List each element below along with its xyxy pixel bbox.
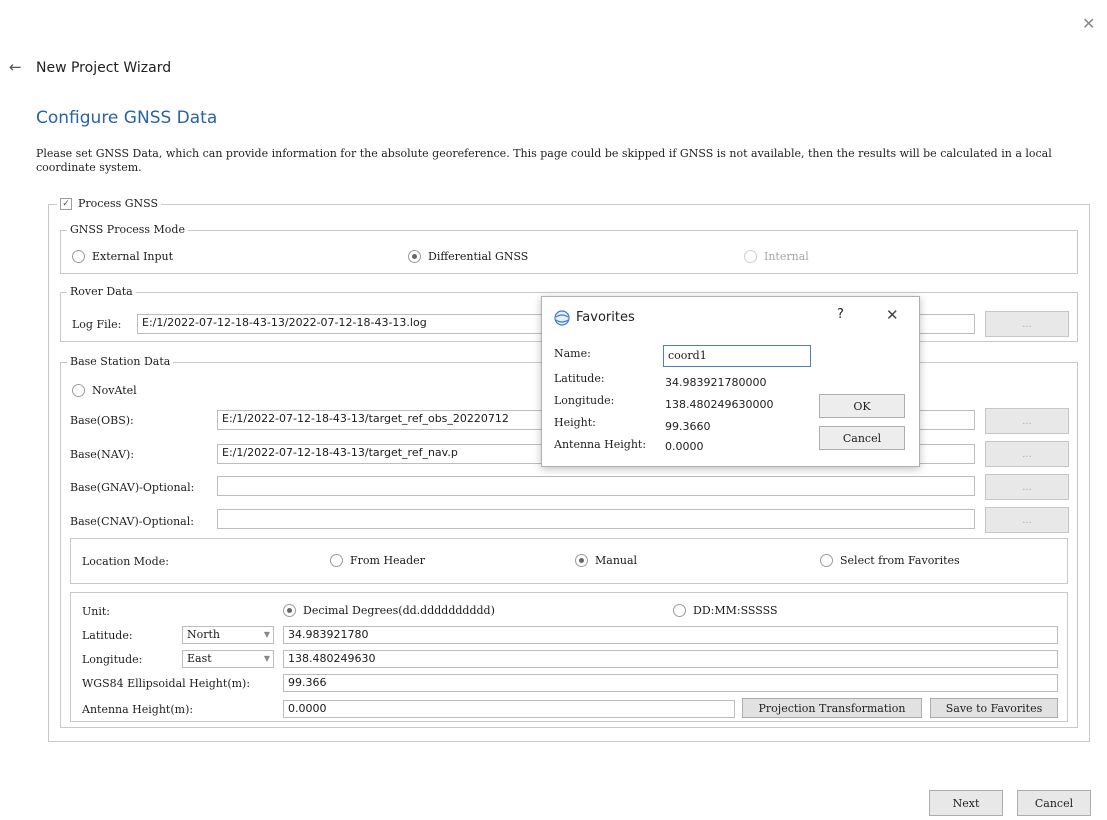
radio-label: Internal [764, 250, 809, 263]
antenna-height-input[interactable]: 0.0000 [283, 700, 735, 718]
radio-decimal-degrees[interactable]: Decimal Degrees(dd.dddddddddd) [283, 604, 495, 617]
radio-indicator [72, 384, 85, 397]
radio-select-from-favorites[interactable]: Select from Favorites [820, 554, 960, 567]
radio-indicator [744, 250, 757, 263]
log-file-browse-button[interactable]: ... [985, 311, 1069, 337]
radio-from-header[interactable]: From Header [330, 554, 425, 567]
fav-antenna-height-value: 0.0000 [665, 440, 704, 453]
wizard-title: New Project Wizard [36, 60, 172, 76]
projection-transformation-button[interactable]: Projection Transformation [742, 698, 922, 718]
radio-indicator [72, 250, 85, 263]
fav-cancel-button[interactable]: Cancel [819, 426, 905, 450]
base-nav-browse-button[interactable]: ... [985, 441, 1069, 467]
radio-dd-mm-ss[interactable]: DD:MM:SSSSS [673, 604, 777, 617]
latitude-input[interactable]: 34.983921780 [283, 626, 1058, 644]
next-button[interactable]: Next [929, 790, 1003, 816]
latitude-label: Latitude: [82, 629, 133, 642]
favorites-dialog: Favorites ? ✕ Name: coord1 Latitude: 34.… [541, 296, 920, 467]
save-to-favorites-button[interactable]: Save to Favorites [930, 698, 1058, 718]
ellipsoidal-height-input[interactable]: 99.366 [283, 674, 1058, 692]
process-gnss-legend: ✓ Process GNSS [57, 197, 162, 211]
radio-label: Manual [595, 554, 638, 567]
ellipsoidal-height-label: WGS84 Ellipsoidal Height(m): [82, 677, 251, 690]
rover-data-legend: Rover Data [67, 285, 136, 299]
radio-label: Decimal Degrees(dd.dddddddddd) [303, 604, 495, 617]
base-gnav-input[interactable] [217, 476, 975, 496]
process-gnss-checkbox[interactable]: ✓ [60, 198, 72, 210]
fav-antenna-height-label: Antenna Height: [554, 438, 647, 451]
base-cnav-label: Base(CNAV)-Optional: [70, 515, 194, 528]
process-mode-group: GNSS Process Mode [60, 223, 1078, 274]
base-cnav-input[interactable] [217, 509, 975, 529]
base-gnav-browse-button[interactable]: ... [985, 474, 1069, 500]
base-nav-label: Base(NAV): [70, 448, 135, 461]
radio-label: NovAtel [92, 384, 137, 397]
unit-label: Unit: [82, 605, 110, 618]
antenna-height-label: Antenna Height(m): [82, 703, 194, 716]
longitude-direction-value: East [187, 652, 212, 665]
base-obs-browse-button[interactable]: ... [985, 408, 1069, 434]
fav-name-label: Name: [554, 347, 591, 360]
radio-label: From Header [350, 554, 425, 567]
location-mode-label: Location Mode: [82, 555, 169, 568]
radio-differential-gnss[interactable]: Differential GNSS [408, 250, 528, 263]
longitude-input[interactable]: 138.480249630 [283, 650, 1058, 668]
fav-longitude-label: Longitude: [554, 394, 615, 407]
radio-label: Select from Favorites [840, 554, 960, 567]
base-obs-label: Base(OBS): [70, 414, 134, 427]
fav-latitude-value: 34.983921780000 [665, 376, 767, 389]
latitude-direction-select[interactable]: North ▼ [182, 626, 274, 644]
page-title: Configure GNSS Data [36, 108, 218, 128]
radio-indicator [820, 554, 833, 567]
radio-indicator [330, 554, 343, 567]
log-file-label: Log File: [72, 318, 122, 331]
fav-latitude-label: Latitude: [554, 372, 605, 385]
chevron-down-icon: ▼ [263, 630, 270, 639]
radio-label: External Input [92, 250, 174, 263]
close-icon[interactable]: ✕ [886, 306, 899, 324]
fav-longitude-value: 138.480249630000 [665, 398, 774, 411]
radio-novatel[interactable]: NovAtel [72, 384, 137, 397]
fav-ok-button[interactable]: OK [819, 394, 905, 418]
fav-name-input[interactable]: coord1 [663, 345, 811, 367]
cancel-button[interactable]: Cancel [1017, 790, 1091, 816]
page-description: Please set GNSS Data, which can provide … [36, 147, 1052, 174]
process-gnss-label: Process GNSS [78, 197, 159, 210]
radio-internal: Internal [744, 250, 809, 263]
chevron-down-icon: ▼ [263, 654, 270, 663]
favorites-app-icon [554, 310, 570, 326]
window-close-icon[interactable]: ✕ [1082, 14, 1095, 33]
radio-indicator [575, 554, 588, 567]
radio-indicator [673, 604, 686, 617]
fav-height-value: 99.3660 [665, 420, 711, 433]
back-arrow-icon[interactable]: ← [9, 58, 22, 76]
fav-height-label: Height: [554, 416, 596, 429]
favorites-dialog-title: Favorites [576, 310, 635, 325]
radio-indicator [283, 604, 296, 617]
latitude-direction-value: North [187, 628, 221, 641]
radio-external-input[interactable]: External Input [72, 250, 173, 263]
base-station-legend: Base Station Data [67, 355, 174, 369]
radio-indicator [408, 250, 421, 263]
radio-label: DD:MM:SSSSS [693, 604, 778, 617]
base-gnav-label: Base(GNAV)-Optional: [70, 481, 195, 494]
help-icon[interactable]: ? [837, 307, 844, 322]
longitude-direction-select[interactable]: East ▼ [182, 650, 274, 668]
radio-label: Differential GNSS [428, 250, 529, 263]
base-cnav-browse-button[interactable]: ... [985, 507, 1069, 533]
radio-manual[interactable]: Manual [575, 554, 637, 567]
process-mode-legend: GNSS Process Mode [67, 223, 188, 237]
longitude-label: Longitude: [82, 653, 143, 666]
